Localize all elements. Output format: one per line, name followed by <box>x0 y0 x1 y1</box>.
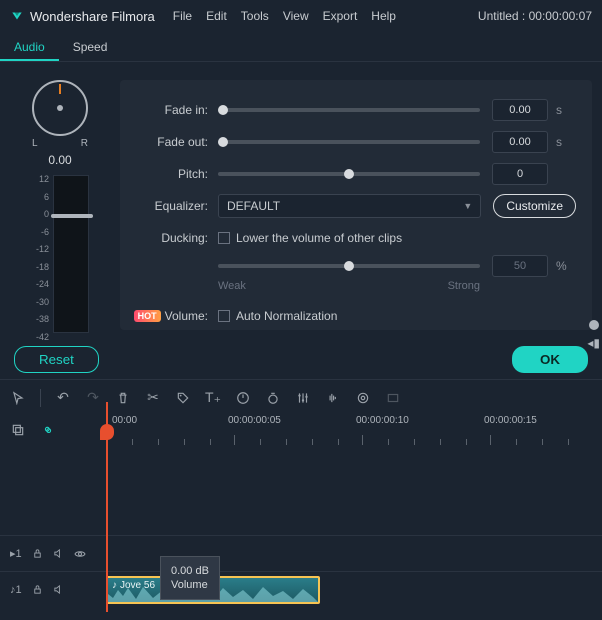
link-icon[interactable]: ⚭ <box>37 419 60 442</box>
tag-icon[interactable] <box>175 390 191 406</box>
redo-icon[interactable]: ↷ <box>85 390 101 406</box>
duration-icon[interactable] <box>265 390 281 406</box>
ducking-value[interactable]: 50 <box>492 255 548 277</box>
fade-in-unit: s <box>556 103 576 117</box>
auto-normalization-label: Auto Normalization <box>236 309 337 323</box>
mute-icon[interactable] <box>53 584 64 595</box>
pitch-label: Pitch: <box>136 167 208 181</box>
ok-button[interactable]: OK <box>512 346 588 373</box>
layers-icon[interactable] <box>10 422 26 438</box>
delete-icon[interactable] <box>115 390 131 406</box>
timeline-ruler[interactable]: 00:00 00:00:00:05 00:00:00:10 00:00:00:1… <box>106 415 602 445</box>
main-menu: File Edit Tools View Export Help <box>173 9 396 23</box>
playhead[interactable] <box>106 402 108 612</box>
app-logo <box>10 9 24 23</box>
video-track-icon[interactable]: ▸1 <box>10 547 22 560</box>
fade-in-value[interactable]: 0.00 <box>492 99 548 121</box>
meter-ticks: 1260-6-12-18-24-30-38-42 <box>31 175 49 342</box>
pan-right-label: R <box>81 138 88 149</box>
effects-icon[interactable] <box>355 390 371 406</box>
pitch-value[interactable]: 0 <box>492 163 548 185</box>
tab-audio[interactable]: Audio <box>0 32 59 61</box>
app-name: Wondershare Filmora <box>30 9 155 24</box>
mute-icon[interactable] <box>53 548 64 559</box>
tooltip-db: 0.00 dB <box>171 565 209 577</box>
pan-knob[interactable] <box>32 80 88 136</box>
cursor-icon[interactable] <box>10 390 26 406</box>
cut-icon[interactable]: ✂ <box>145 390 161 406</box>
ducking-checkbox[interactable] <box>218 232 230 244</box>
fade-out-value[interactable]: 0.00 <box>492 131 548 153</box>
menu-export[interactable]: Export <box>323 9 358 23</box>
volume-label: Volume: <box>165 309 208 323</box>
tooltip-label: Volume <box>171 579 209 591</box>
lock-icon[interactable] <box>32 584 43 595</box>
menu-help[interactable]: Help <box>371 9 396 23</box>
menu-tools[interactable]: Tools <box>241 9 269 23</box>
adjust-icon[interactable] <box>295 390 311 406</box>
volume-tooltip: 0.00 dB Volume <box>160 556 220 600</box>
equalizer-select[interactable]: DEFAULT ▼ <box>218 194 481 218</box>
chevron-down-icon: ▼ <box>463 201 472 211</box>
waveform-icon[interactable] <box>325 390 341 406</box>
volume-meter[interactable] <box>53 175 89 333</box>
lock-icon[interactable] <box>32 548 43 559</box>
pan-left-label: L <box>32 138 38 149</box>
ducking-unit: % <box>556 259 576 273</box>
equalizer-label: Equalizer: <box>136 199 208 213</box>
customize-button[interactable]: Customize <box>493 194 576 218</box>
ducking-weak-label: Weak <box>218 280 246 292</box>
reset-button[interactable]: Reset <box>14 346 99 373</box>
audio-track-icon[interactable]: ♪1 <box>10 584 22 596</box>
record-icon[interactable] <box>589 320 599 330</box>
fade-out-slider[interactable] <box>218 140 480 144</box>
menu-view[interactable]: View <box>283 9 309 23</box>
ducking-label: Ducking: <box>136 231 208 245</box>
speed-icon[interactable] <box>235 390 251 406</box>
visibility-icon[interactable] <box>74 548 86 560</box>
pitch-slider[interactable] <box>218 172 480 176</box>
ducking-checkbox-label: Lower the volume of other clips <box>236 231 402 245</box>
fade-in-label: Fade in: <box>136 103 208 117</box>
undo-icon[interactable]: ↶ <box>55 390 71 406</box>
auto-normalization-checkbox[interactable] <box>218 310 230 322</box>
fade-out-unit: s <box>556 135 576 149</box>
hot-badge: HOT <box>134 310 161 322</box>
text-icon[interactable]: T₊ <box>205 390 221 406</box>
sound-icon[interactable]: ◂▮ <box>587 336 600 350</box>
pan-value: 0.00 <box>48 153 71 167</box>
equalizer-value: DEFAULT <box>227 199 280 213</box>
fade-out-label: Fade out: <box>136 135 208 149</box>
tab-speed[interactable]: Speed <box>59 32 122 61</box>
menu-edit[interactable]: Edit <box>206 9 227 23</box>
menu-file[interactable]: File <box>173 9 192 23</box>
export-icon[interactable] <box>385 390 401 406</box>
ducking-slider[interactable] <box>218 264 480 268</box>
project-title: Untitled : 00:00:00:07 <box>478 9 592 23</box>
fade-in-slider[interactable] <box>218 108 480 112</box>
ducking-strong-label: Strong <box>448 280 480 292</box>
